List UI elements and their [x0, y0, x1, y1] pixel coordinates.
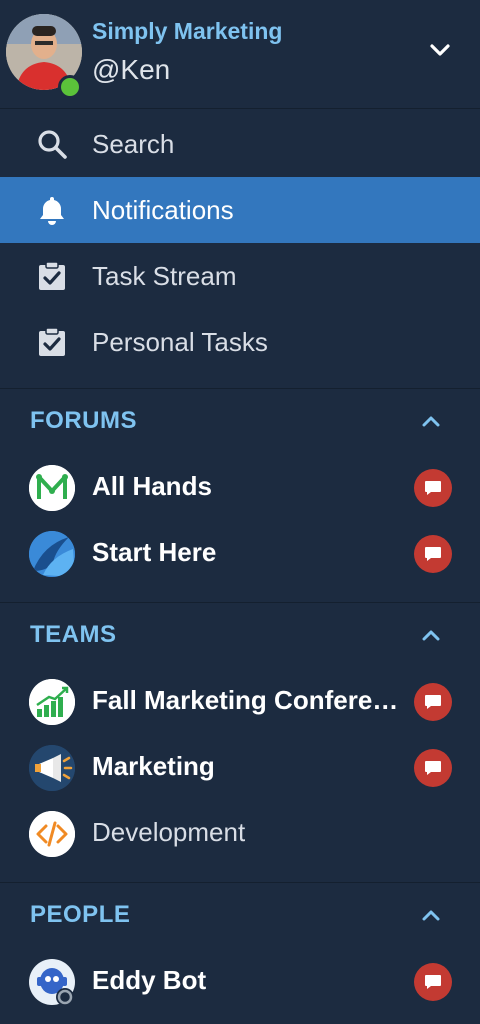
nav-label: Task Stream	[92, 260, 237, 291]
workspace-header[interactable]: Simply Marketing @Ken	[0, 0, 480, 109]
row-label: Development	[92, 817, 246, 847]
chevron-up-icon[interactable]	[420, 411, 442, 433]
row-label: Marketing	[92, 751, 215, 781]
row-label: All Hands	[92, 471, 212, 501]
unread-message-badge[interactable]	[414, 683, 452, 721]
unread-message-badge[interactable]	[414, 963, 452, 1001]
team-item-fall-marketing-conference[interactable]: Fall Marketing Conference	[0, 669, 480, 735]
clipboard-check-icon	[36, 260, 68, 292]
start-here-logo-icon	[29, 531, 75, 577]
forums-section: FORUMS All Hands Start Here	[0, 389, 480, 603]
team-item-marketing[interactable]: Marketing	[0, 735, 480, 801]
nav-item-search[interactable]: Search	[0, 111, 480, 177]
chevron-up-icon[interactable]	[420, 905, 442, 927]
online-status-indicator	[58, 75, 82, 99]
robot-avatar-icon	[29, 959, 75, 1006]
teams-section-header[interactable]: TEAMS	[0, 603, 480, 669]
bar-chart-logo-icon	[29, 679, 75, 725]
forum-item-start-here[interactable]: Start Here	[0, 521, 480, 587]
all-hands-logo-icon	[29, 465, 75, 511]
user-handle: @Ken	[92, 54, 171, 85]
nav-item-notifications[interactable]: Notifications	[0, 177, 480, 243]
nav-label: Personal Tasks	[92, 326, 268, 357]
nav-label: Notifications	[92, 194, 234, 225]
nav-item-personal-tasks[interactable]: Personal Tasks	[0, 309, 480, 375]
bell-icon	[36, 194, 68, 226]
team-item-development[interactable]: Development	[0, 801, 480, 867]
row-label: Start Here	[92, 537, 217, 567]
section-title: FORUMS	[30, 407, 137, 434]
row-label: Fall Marketing Conference	[92, 685, 410, 715]
person-item-eddy-bot[interactable]: Eddy Bot	[0, 949, 480, 1015]
unread-message-badge[interactable]	[414, 749, 452, 787]
search-icon	[36, 128, 68, 160]
row-label: Eddy Bot	[92, 965, 207, 995]
forum-item-all-hands[interactable]: All Hands	[0, 455, 480, 521]
section-title: TEAMS	[30, 621, 117, 648]
megaphone-logo-icon	[29, 745, 75, 791]
people-section: PEOPLE Eddy Bot	[0, 883, 480, 1015]
chevron-down-icon[interactable]	[428, 38, 452, 62]
clipboard-check-icon	[36, 326, 68, 358]
unread-message-badge[interactable]	[414, 535, 452, 573]
forums-section-header[interactable]: FORUMS	[0, 389, 480, 455]
main-nav: Search Notifications Task Stream Persona…	[0, 109, 480, 389]
teams-section: TEAMS Fall Marketing Conference Marketin…	[0, 603, 480, 883]
chevron-up-icon[interactable]	[420, 625, 442, 647]
code-logo-icon	[29, 811, 75, 857]
people-section-header[interactable]: PEOPLE	[0, 883, 480, 949]
unread-message-badge[interactable]	[414, 469, 452, 507]
nav-label: Search	[92, 128, 175, 159]
nav-item-task-stream[interactable]: Task Stream	[0, 243, 480, 309]
section-title: PEOPLE	[30, 901, 131, 928]
workspace-name: Simply Marketing	[92, 18, 283, 44]
